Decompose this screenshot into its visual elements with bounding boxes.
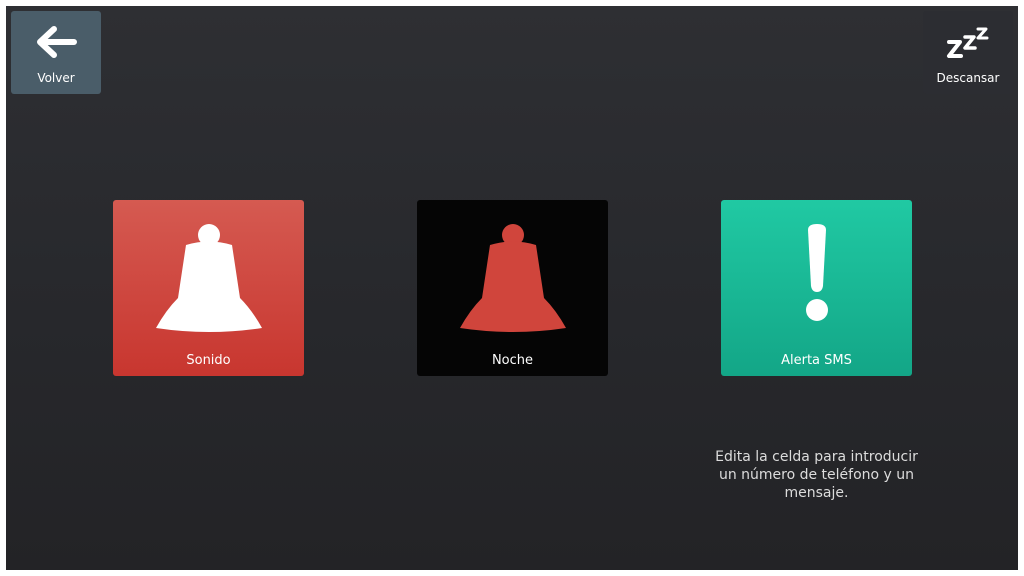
back-button-label: Volver [37, 71, 75, 85]
exclamation-icon [721, 220, 912, 324]
cell-noche[interactable]: Noche [417, 200, 608, 376]
bell-icon [417, 220, 608, 332]
cell-label: Sonido [186, 353, 231, 368]
sleep-zzz-icon [945, 23, 991, 61]
sleep-button[interactable]: Descansar [923, 11, 1013, 94]
arrow-left-icon [34, 23, 78, 61]
cell-label: Alerta SMS [781, 353, 852, 368]
cell-alerta-sms[interactable]: Alerta SMS [721, 200, 912, 376]
bell-icon [113, 220, 304, 332]
sleep-button-label: Descansar [936, 71, 1000, 85]
cell-sonido[interactable]: Sonido [113, 200, 304, 376]
cell-label: Noche [491, 353, 534, 368]
back-button[interactable]: Volver [11, 11, 101, 94]
hint-text: Edita la celda para introducir un número… [715, 449, 918, 501]
app-screen: Volver Descansar Sonido Noche Alerta SMS… [6, 6, 1018, 570]
